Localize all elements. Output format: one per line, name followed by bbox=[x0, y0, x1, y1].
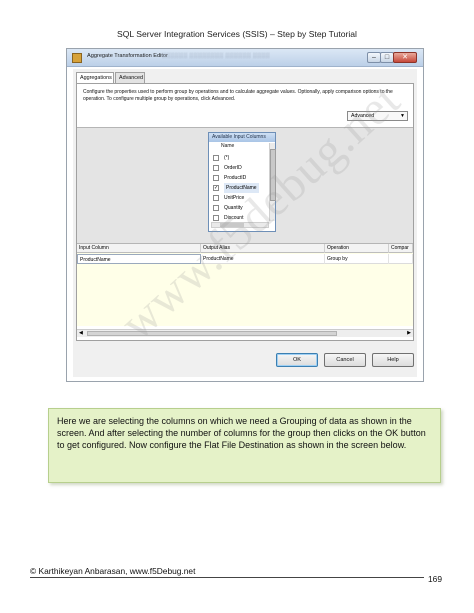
close-button[interactable]: ✕ bbox=[393, 52, 417, 63]
column-label: ProductID bbox=[224, 175, 247, 181]
column-checkbox[interactable] bbox=[213, 165, 219, 171]
scroll-thumb[interactable] bbox=[87, 331, 337, 336]
app-icon bbox=[72, 53, 82, 63]
comparison-cell[interactable] bbox=[389, 254, 413, 264]
minimize-button[interactable]: – bbox=[367, 52, 381, 63]
note-callout: Here we are selecting the columns on whi… bbox=[48, 408, 441, 483]
maximize-button[interactable]: □ bbox=[380, 52, 394, 63]
page-header: SQL Server Integration Services (SSIS) –… bbox=[117, 29, 357, 39]
title-bar: Aggregate Transformation Editor ▒▒▒▒▒▒ ▒… bbox=[67, 49, 423, 67]
tab-advanced[interactable]: Advanced bbox=[115, 72, 145, 83]
cancel-button[interactable]: Cancel bbox=[324, 353, 366, 367]
column-checkbox[interactable] bbox=[213, 155, 219, 161]
column-checkbox[interactable] bbox=[213, 175, 219, 181]
column-checkbox[interactable] bbox=[213, 205, 219, 211]
column-label: (*) bbox=[224, 155, 230, 161]
columns-box-title: Available Input Columns bbox=[209, 133, 275, 142]
grid-column-header: Operation bbox=[325, 244, 389, 253]
chevron-right-icon[interactable]: ▶ bbox=[407, 330, 411, 337]
column-row[interactable]: (*) bbox=[213, 153, 267, 163]
column-row[interactable]: OrderID bbox=[213, 163, 267, 173]
grid-column-header: Compar bbox=[389, 244, 413, 253]
footer-copyright: © Karthikeyan Anbarasan, www.f5Debug.net bbox=[30, 566, 196, 576]
column-checkbox[interactable]: ✓ bbox=[213, 185, 219, 191]
columns-name-header: Name bbox=[221, 143, 235, 149]
operation-cell[interactable]: Group by bbox=[325, 254, 389, 264]
footer-divider bbox=[30, 577, 424, 578]
window-title: Aggregate Transformation Editor bbox=[87, 53, 168, 59]
page-number: 169 bbox=[428, 574, 442, 584]
ok-button[interactable]: OK bbox=[276, 353, 318, 367]
help-button[interactable]: Help bbox=[372, 353, 414, 367]
column-label: OrderID bbox=[224, 165, 242, 171]
title-bar-blurred-text: ▒▒▒▒▒▒ ▒▒▒▒▒▒▒▒ ▒▒▒▒▒▒ ▒▒▒▒ bbox=[162, 53, 270, 59]
column-checkbox[interactable] bbox=[213, 195, 219, 201]
chevron-left-icon[interactable]: ◀ bbox=[79, 330, 83, 337]
